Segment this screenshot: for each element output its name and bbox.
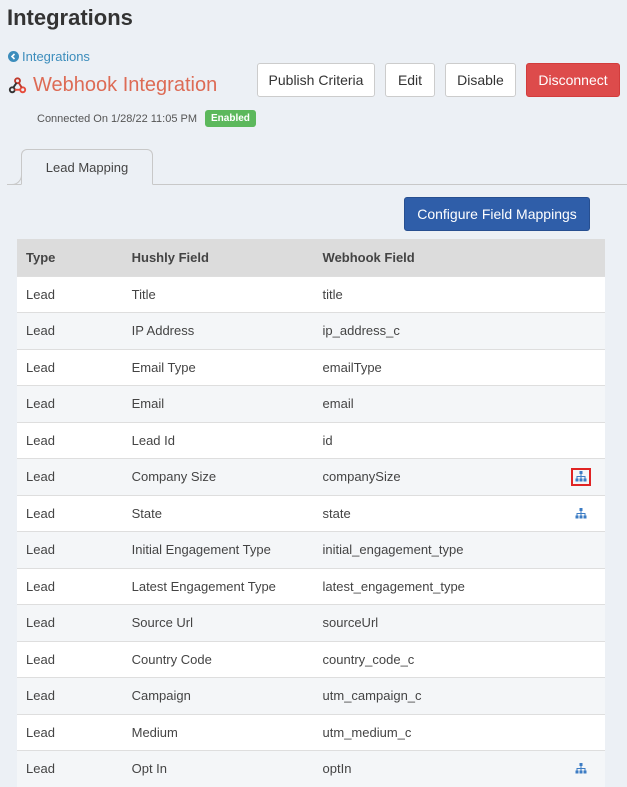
breadcrumb[interactable]: Integrations <box>8 49 90 64</box>
cell-actions <box>557 494 605 532</box>
cell-webhook-field: ip_address_c <box>313 312 558 349</box>
breadcrumb-link[interactable]: Integrations <box>22 49 90 64</box>
table-row: Lead Medium utm_medium_c <box>17 713 605 751</box>
cell-webhook-field: country_code_c <box>313 640 558 678</box>
sitemap-icon[interactable] <box>571 760 591 778</box>
cell-actions <box>557 713 605 751</box>
cell-hushly-field: Latest Engagement Type <box>122 567 314 605</box>
cell-hushly-field: Company Size <box>122 458 314 495</box>
publish-criteria-button[interactable]: Publish Criteria <box>257 63 375 97</box>
table-row: Lead Latest Engagement Type latest_engagem… <box>17 567 605 605</box>
page-title: Integrations <box>7 5 133 30</box>
integration-heading: Webhook Integration <box>8 74 217 97</box>
header-webhook-field: Webhook Field <box>313 239 558 276</box>
cell-webhook-field: initial_engagement_type <box>313 531 558 568</box>
webhook-icon <box>8 76 27 95</box>
cell-actions <box>557 677 605 714</box>
cell-type: Lead <box>17 458 123 495</box>
cell-type: Lead <box>17 385 123 422</box>
cell-type: Lead <box>17 275 123 313</box>
table-row: Lead State state <box>17 494 605 532</box>
cell-type: Lead <box>17 713 123 751</box>
cell-actions <box>557 385 605 422</box>
arrow-circle-left-icon <box>8 51 19 62</box>
cell-actions <box>557 750 605 787</box>
cell-hushly-field: Email Type <box>122 348 314 386</box>
cell-actions <box>557 348 605 386</box>
table-row: Lead Country Code country_code_c <box>17 640 605 678</box>
cell-actions <box>557 312 605 349</box>
cell-webhook-field: companySize <box>313 458 558 495</box>
cell-hushly-field: Medium <box>122 713 314 751</box>
disable-button[interactable]: Disable <box>445 63 516 97</box>
cell-webhook-field: utm_campaign_c <box>313 677 558 714</box>
cell-type: Lead <box>17 640 123 678</box>
cell-hushly-field: Title <box>122 275 314 313</box>
table-row: Lead Opt In optIn <box>17 750 605 787</box>
cell-actions <box>557 531 605 568</box>
cell-webhook-field: state <box>313 494 558 532</box>
cell-webhook-field: title <box>313 275 558 313</box>
cell-hushly-field: State <box>122 494 314 532</box>
cell-actions <box>557 567 605 605</box>
cell-hushly-field: Lead Id <box>122 421 314 459</box>
table-row: Lead Company Size companySize <box>17 458 605 495</box>
table-row: Lead IP Address ip_address_c <box>17 312 605 349</box>
table-row: Lead Email Type emailType <box>17 348 605 386</box>
table-row: Lead Source Url sourceUrl <box>17 604 605 641</box>
cell-type: Lead <box>17 312 123 349</box>
connection-info: Connected On 1/28/22 11:05 PM Enabled <box>37 110 256 127</box>
tab-curve <box>7 170 22 185</box>
cell-type: Lead <box>17 677 123 714</box>
cell-type: Lead <box>17 567 123 605</box>
sitemap-icon[interactable] <box>571 467 592 486</box>
edit-button[interactable]: Edit <box>385 63 435 97</box>
field-mapping-table: Type Hushly Field Webhook Field Lead Titl… <box>17 239 605 787</box>
cell-actions <box>557 421 605 459</box>
cell-actions <box>557 640 605 678</box>
header-actions <box>557 239 605 276</box>
cell-hushly-field: Source Url <box>122 604 314 641</box>
table-row: Lead Title title <box>17 275 605 313</box>
status-badge: Enabled <box>205 110 256 127</box>
cell-hushly-field: Opt In <box>122 750 314 787</box>
cell-actions <box>557 275 605 313</box>
cell-webhook-field: optIn <box>313 750 558 787</box>
sitemap-icon[interactable] <box>571 504 591 522</box>
header-type: Type <box>17 239 123 276</box>
cell-hushly-field: Initial Engagement Type <box>122 531 314 568</box>
cell-actions <box>557 458 605 495</box>
disconnect-button[interactable]: Disconnect <box>526 63 620 97</box>
table-header-row: Type Hushly Field Webhook Field <box>17 239 605 276</box>
cell-hushly-field: Email <box>122 385 314 422</box>
cell-actions <box>557 604 605 641</box>
table-row: Lead Lead Id id <box>17 421 605 459</box>
table-row: Lead Initial Engagement Type initial_engag… <box>17 531 605 568</box>
cell-type: Lead <box>17 348 123 386</box>
cell-webhook-field: email <box>313 385 558 422</box>
cell-webhook-field: latest_engagement_type <box>313 567 558 605</box>
cell-webhook-field: id <box>313 421 558 459</box>
cell-webhook-field: emailType <box>313 348 558 386</box>
cell-type: Lead <box>17 421 123 459</box>
cell-hushly-field: Campaign <box>122 677 314 714</box>
cell-type: Lead <box>17 531 123 568</box>
configure-field-mappings-button[interactable]: Configure Field Mappings <box>404 197 590 231</box>
cell-type: Lead <box>17 750 123 787</box>
tab-lead-mapping[interactable]: Lead Mapping <box>21 149 153 185</box>
cell-hushly-field: IP Address <box>122 312 314 349</box>
table-row: Lead Campaign utm_campaign_c <box>17 677 605 714</box>
integration-name: Webhook Integration <box>33 74 218 96</box>
table-row: Lead Email email <box>17 385 605 422</box>
cell-hushly-field: Country Code <box>122 640 314 678</box>
cell-type: Lead <box>17 494 123 532</box>
header-hushly-field: Hushly Field <box>122 239 314 276</box>
cell-type: Lead <box>17 604 123 641</box>
cell-webhook-field: sourceUrl <box>313 604 558 641</box>
connected-date: Connected On 1/28/22 11:05 PM <box>37 112 198 125</box>
cell-webhook-field: utm_medium_c <box>313 713 558 751</box>
